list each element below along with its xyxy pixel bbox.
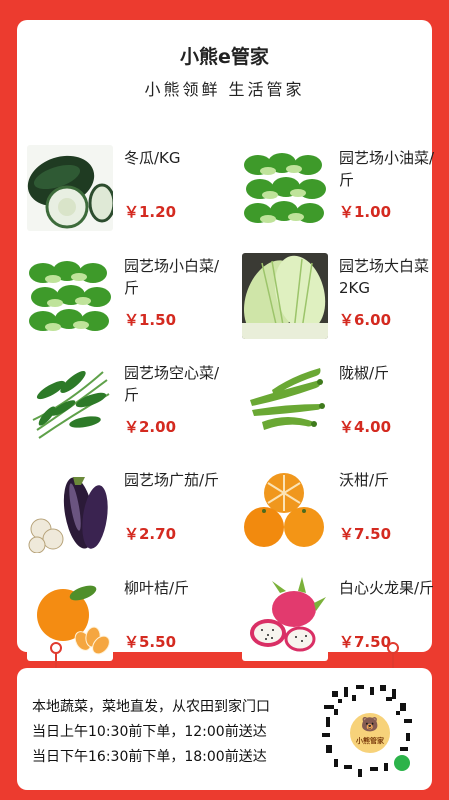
product-item-bok-choy[interactable]: 园艺场小油菜/斤 ￥1.00 (242, 145, 442, 240)
bear-face-icon: 🐻 (361, 717, 379, 733)
product-name: 柳叶桔/斤 (124, 579, 190, 597)
page-title: 小熊e管家 (180, 46, 269, 68)
qr-brand-label: 小熊管家 (356, 737, 384, 745)
bok-choy-icon (27, 253, 113, 339)
delivery-line-2: 当日上午10:30前下单，12:00前送达 (32, 724, 267, 740)
bear-logo: 🐻 小熊管家 (348, 711, 392, 755)
product-item-napa-cabbage[interactable]: 园艺场大白菜2KG ￥6.00 (242, 253, 442, 348)
product-price: ￥1.00 (339, 203, 392, 221)
product-price: ￥1.50 (124, 311, 177, 329)
product-name: 园艺场广茄/斤 (124, 471, 220, 489)
product-item-water-spinach[interactable]: 园艺场空心菜/斤 ￥2.00 (27, 360, 227, 455)
page-subtitle: 小熊领鲜 生活管家 (144, 80, 305, 99)
green-pepper-icon (242, 360, 328, 446)
bok-choy-icon (242, 145, 328, 231)
product-price: ￥6.00 (339, 311, 392, 329)
product-name: 白心火龙果/斤 (339, 579, 435, 597)
product-name: 园艺场大白菜2KG (339, 257, 430, 297)
product-item-small-cabbage[interactable]: 园艺场小白菜/斤 ￥1.50 (27, 253, 227, 348)
product-name: 园艺场空心菜/斤 (124, 364, 220, 404)
connector-dot-left (50, 642, 62, 654)
product-price: ￥4.00 (339, 418, 392, 436)
water-spinach-icon (27, 360, 113, 446)
product-card: 小熊e管家 小熊领鲜 生活管家 冬瓜/KG ￥1.20 园艺场小油菜/斤 ￥1.… (17, 20, 434, 661)
product-item-tangerine[interactable]: 柳叶桔/斤 ￥5.50 (27, 575, 227, 670)
mini-program-qr-code[interactable]: 🐻 小熊管家 (312, 675, 424, 787)
product-item-mandarin[interactable]: 沃柑/斤 ￥7.50 (242, 467, 442, 562)
product-name: 园艺场小油菜/斤 (339, 149, 435, 189)
product-name: 沃柑/斤 (339, 471, 390, 489)
tangerine-icon (27, 575, 113, 661)
product-price: ￥2.00 (124, 418, 177, 436)
product-name: 园艺场小白菜/斤 (124, 257, 220, 297)
winter-melon-icon (27, 145, 113, 231)
product-item-green-pepper[interactable]: 陇椒/斤 ￥4.00 (242, 360, 442, 455)
product-price: ￥1.20 (124, 203, 177, 221)
delivery-line-1: 本地蔬菜，菜地直发，从农田到家门口 (32, 699, 270, 715)
mandarin-icon (242, 467, 328, 553)
product-price: ￥7.50 (339, 525, 392, 543)
product-item-dragon-fruit[interactable]: 白心火龙果/斤 ￥7.50 (242, 575, 442, 670)
product-price: ￥5.50 (124, 633, 177, 651)
napa-cabbage-icon (242, 253, 328, 339)
delivery-info-card: 本地蔬菜，菜地直发，从农田到家门口 当日上午10:30前下单，12:00前送达 … (17, 668, 432, 790)
dragon-fruit-icon (242, 575, 328, 661)
product-item-winter-melon[interactable]: 冬瓜/KG ￥1.20 (27, 145, 227, 240)
product-name: 冬瓜/KG (124, 149, 181, 167)
product-item-eggplant[interactable]: 园艺场广茄/斤 ￥2.70 (27, 467, 227, 562)
product-name: 陇椒/斤 (339, 364, 390, 382)
product-price: ￥7.50 (339, 633, 392, 651)
eggplant-icon (27, 467, 113, 553)
product-price: ￥2.70 (124, 525, 177, 543)
delivery-line-3: 当日下午16:30前下单，18:00前送达 (32, 749, 267, 765)
connector-dot-right (387, 642, 399, 654)
